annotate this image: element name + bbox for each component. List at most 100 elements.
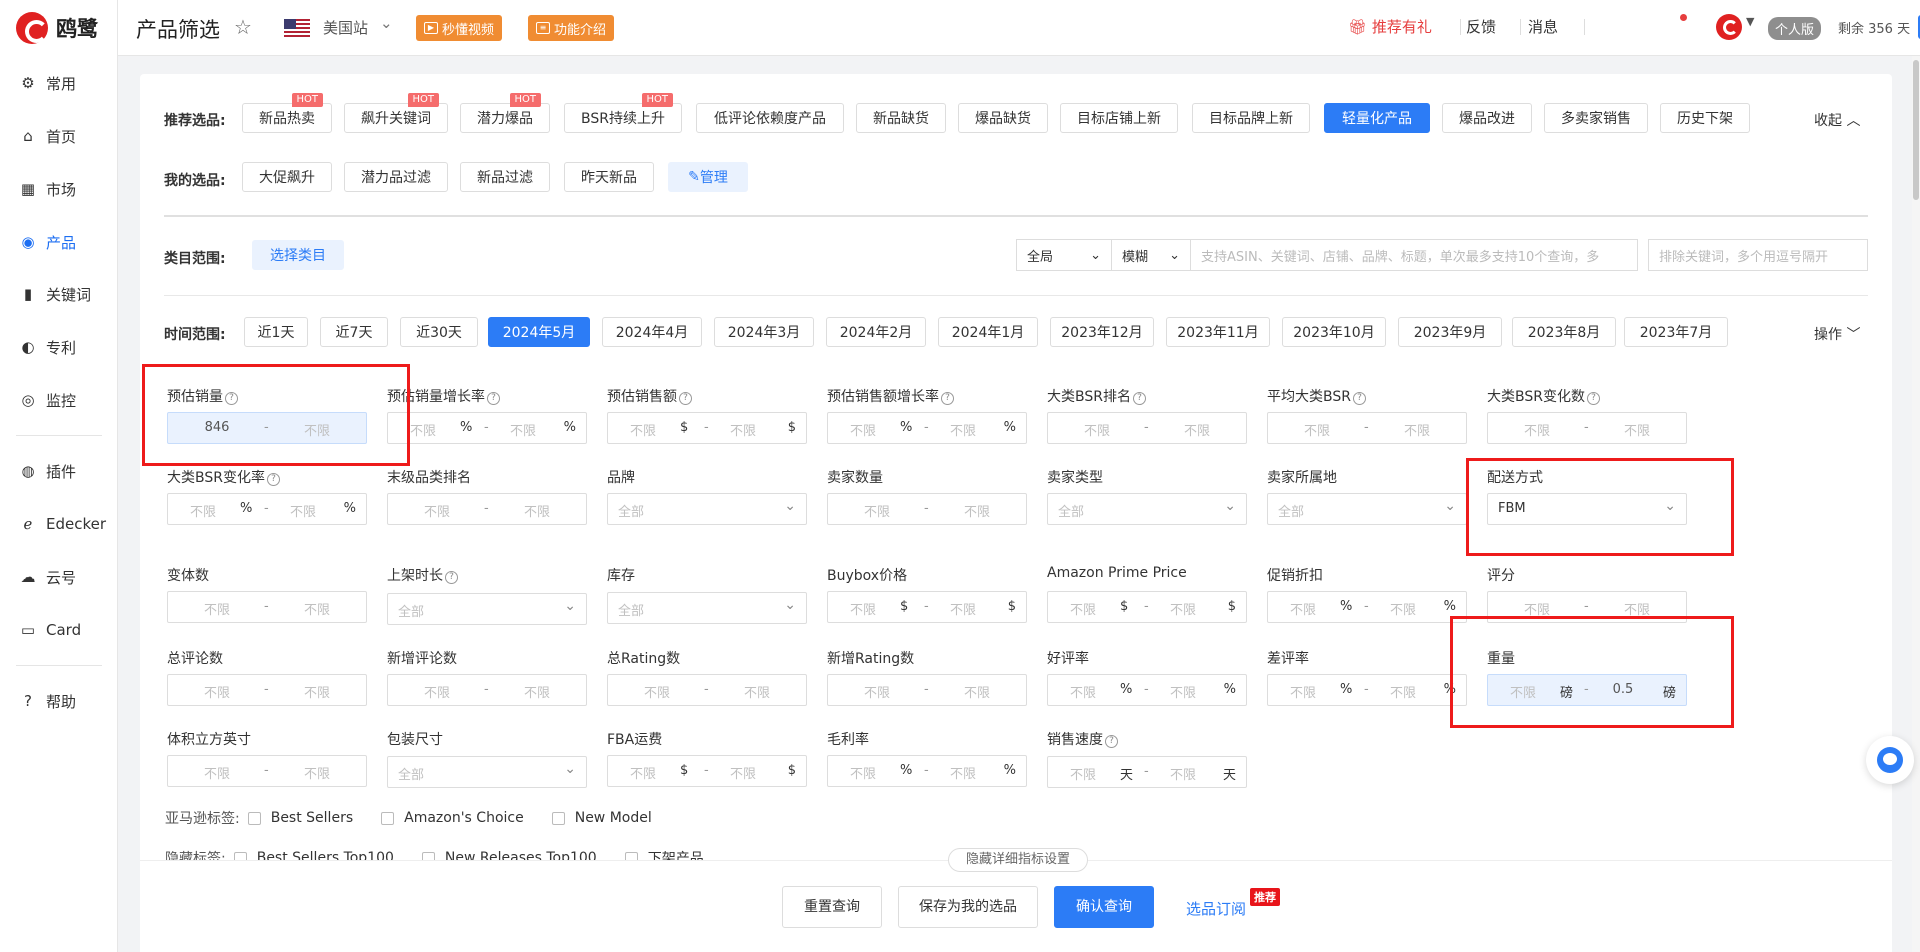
recommend-chip[interactable]: 历史下架 xyxy=(1660,103,1750,133)
checkbox[interactable] xyxy=(551,811,565,825)
sidebar-item-home[interactable]: ⌂ 首页 xyxy=(20,124,76,148)
prime-price-range[interactable]: 不限 $ - 不限 $ xyxy=(1047,591,1247,623)
app-logo[interactable]: 鸥鹭 xyxy=(16,12,98,44)
new-reviews-range[interactable]: 不限 - 不限 xyxy=(387,674,587,706)
exclude-keyword-input[interactable]: 排除关键词，多个用逗号隔开 xyxy=(1648,239,1868,271)
bsr-change-rate-range[interactable]: 不限% - 不限% xyxy=(167,493,367,525)
variants-range[interactable]: 不限 - 不限 xyxy=(167,591,367,623)
avatar[interactable] xyxy=(1716,14,1742,40)
sidebar-item-plugin[interactable]: ◍ 插件 xyxy=(20,459,76,483)
bsr-change-range[interactable]: 不限 - 不限 xyxy=(1487,412,1687,444)
collapse-toggle[interactable]: 收起 ︿ xyxy=(1814,110,1860,130)
video-button[interactable]: ▶ 秒懂视频 xyxy=(416,15,503,41)
good-rate-range[interactable]: 不限% - 不限% xyxy=(1047,674,1247,706)
time-chip-active[interactable]: 2024年5月 xyxy=(488,317,590,347)
package-select[interactable]: 全部 ⌄ xyxy=(387,756,587,788)
revenue-range[interactable]: 不限 $ - 不限 $ xyxy=(607,412,807,444)
time-chip[interactable]: 2024年2月 xyxy=(826,317,926,347)
my-pick-chip[interactable]: 大促飙升 xyxy=(242,162,332,192)
sidebar-item-card[interactable]: ▭ Card xyxy=(20,618,81,642)
sidebar-item-cloud[interactable]: ☁ 云号 xyxy=(20,565,77,589)
operations-toggle[interactable]: 操作 ﹀ xyxy=(1814,324,1860,344)
search-input[interactable]: 支持ASIN、关键词、店铺、品牌、标题，单次最多支持10个查询，多 xyxy=(1190,239,1638,271)
recommend-chip[interactable]: 低评论依赖度产品 xyxy=(696,103,844,133)
buybox-range[interactable]: 不限 $ - 不限 $ xyxy=(827,591,1027,623)
seller-type-select[interactable]: 全部 ⌄ xyxy=(1047,493,1247,525)
promo-range[interactable]: 不限% - 不限% xyxy=(1267,591,1467,623)
leaf-rank-range[interactable]: 不限 - 不限 xyxy=(387,493,587,525)
customer-service-icon[interactable] xyxy=(1866,736,1914,784)
match-select[interactable]: 模糊 ⌄ xyxy=(1111,239,1191,271)
checkbox[interactable] xyxy=(247,811,261,825)
my-pick-chip[interactable]: 昨天新品 xyxy=(564,162,654,192)
revenue-growth-range[interactable]: 不限% - 不限% xyxy=(827,412,1027,444)
recommend-chip[interactable]: 潜力爆品 HOT xyxy=(460,93,550,133)
referral-link[interactable]: 🎁︎ 推荐有礼 xyxy=(1348,16,1432,37)
recommend-chip[interactable]: BSR持续上升 HOT xyxy=(564,93,682,133)
total-reviews-range[interactable]: 不限 - 不限 xyxy=(167,674,367,706)
brand-select[interactable]: 全部 ⌄ xyxy=(607,493,807,525)
recommend-chip[interactable]: 新品缺货 xyxy=(856,103,946,133)
recommend-chip[interactable]: 新品热卖 HOT xyxy=(242,93,332,133)
recommend-chip[interactable]: 多卖家销售 xyxy=(1544,103,1648,133)
sidebar-item-patent[interactable]: ◐ 专利 xyxy=(20,335,76,359)
scrollbar-thumb[interactable] xyxy=(1913,60,1919,200)
time-chip[interactable]: 2023年7月 xyxy=(1624,317,1728,347)
feedback-link[interactable]: 反馈 xyxy=(1466,16,1496,37)
time-chip[interactable]: 近7天 xyxy=(320,317,388,347)
time-chip[interactable]: 2023年10月 xyxy=(1282,317,1386,347)
subscribe-link[interactable]: 选品订阅 xyxy=(1186,898,1246,919)
chevron-down-icon[interactable]: ⌄ xyxy=(380,14,393,32)
recommend-chip[interactable]: 目标品牌上新 xyxy=(1192,103,1310,133)
bsr-rank-range[interactable]: 不限 - 不限 xyxy=(1047,412,1247,444)
recommend-chip[interactable]: 飙升关键词 HOT xyxy=(344,93,448,133)
total-ratings-range[interactable]: 不限 - 不限 xyxy=(607,674,807,706)
sidebar-item-product[interactable]: ◉ 产品 xyxy=(20,230,76,254)
select-category-button[interactable]: 选择类目 xyxy=(252,240,344,270)
time-chip[interactable]: 2024年4月 xyxy=(602,317,702,347)
sales-growth-range[interactable]: 不限% - 不限% xyxy=(387,412,587,444)
sidebar-item-edecker[interactable]: ℯ Edecker xyxy=(20,512,106,536)
messages-link[interactable]: 消息 xyxy=(1528,16,1558,37)
checkbox[interactable] xyxy=(381,811,395,825)
recommend-chip[interactable]: 爆品缺货 xyxy=(958,103,1048,133)
reset-button[interactable]: 重置查询 xyxy=(782,886,882,928)
time-chip[interactable]: 2024年1月 xyxy=(938,317,1038,347)
manage-button[interactable]: ✎ 管理 xyxy=(668,162,748,192)
seller-location-select[interactable]: 全部 ⌄ xyxy=(1267,493,1467,525)
seller-count-range[interactable]: 不限 - 不限 xyxy=(827,493,1027,525)
new-ratings-range[interactable]: 不限 - 不限 xyxy=(827,674,1027,706)
recommend-chip-active[interactable]: 轻量化产品 xyxy=(1324,103,1430,133)
avg-bsr-range[interactable]: 不限 - 不限 xyxy=(1267,412,1467,444)
time-chip[interactable]: 2023年12月 xyxy=(1050,317,1154,347)
intro-button[interactable]: ≡ 功能介绍 xyxy=(528,15,615,41)
time-chip[interactable]: 近30天 xyxy=(400,317,478,347)
my-pick-chip[interactable]: 新品过滤 xyxy=(460,162,550,192)
sidebar-item-keyword[interactable]: ▮ 关键词 xyxy=(20,282,91,306)
time-chip[interactable]: 近1天 xyxy=(244,317,308,347)
hide-details-toggle[interactable]: 隐藏详细指标设置 xyxy=(948,848,1088,872)
recommend-chip[interactable]: 爆品改进 xyxy=(1442,103,1532,133)
confirm-button[interactable]: 确认查询 xyxy=(1054,886,1154,928)
caret-down-icon[interactable]: ▼ xyxy=(1746,15,1754,28)
fba-fee-range[interactable]: 不限 $ - 不限 $ xyxy=(607,755,807,787)
time-chip[interactable]: 2023年11月 xyxy=(1166,317,1270,347)
my-pick-chip[interactable]: 潜力品过滤 xyxy=(344,162,448,192)
stock-select[interactable]: 全部 ⌄ xyxy=(607,592,807,624)
sidebar-item-market[interactable]: ▦ 市场 xyxy=(20,177,76,201)
star-icon[interactable]: ☆ xyxy=(234,15,252,39)
margin-range[interactable]: 不限% - 不限% xyxy=(827,755,1027,787)
listing-age-select[interactable]: 全部 ⌄ xyxy=(387,593,587,625)
sidebar-item-monitor[interactable]: ◎ 监控 xyxy=(20,388,76,412)
save-button[interactable]: 保存为我的选品 xyxy=(898,886,1038,928)
sidebar-item-help[interactable]: ? 帮助 xyxy=(20,689,76,713)
time-chip[interactable]: 2023年8月 xyxy=(1512,317,1616,347)
scope-select[interactable]: 全局 ⌄ xyxy=(1016,239,1112,271)
time-chip[interactable]: 2023年9月 xyxy=(1398,317,1502,347)
time-chip[interactable]: 2024年3月 xyxy=(714,317,814,347)
sidebar-item-common[interactable]: ⚙ 常用 xyxy=(20,71,76,95)
velocity-range[interactable]: 不限天 - 不限天 xyxy=(1047,756,1247,788)
bad-rate-range[interactable]: 不限% - 不限% xyxy=(1267,674,1467,706)
recommend-chip[interactable]: 目标店铺上新 xyxy=(1060,103,1178,133)
volume-range[interactable]: 不限 - 不限 xyxy=(167,755,367,787)
